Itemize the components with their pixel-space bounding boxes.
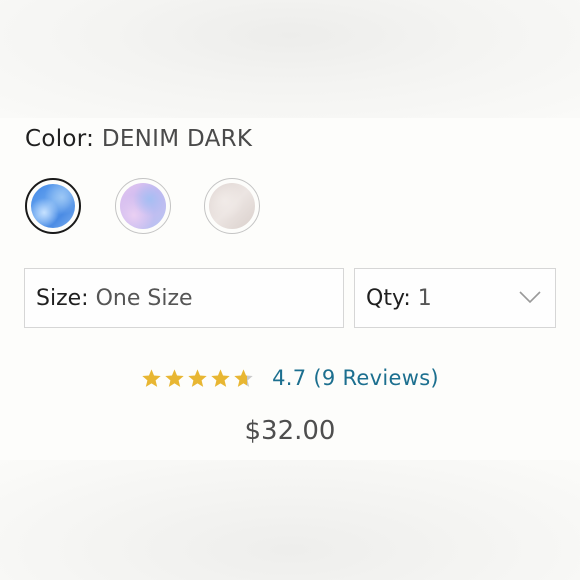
- swatch-denim-dark-fill: [31, 184, 75, 228]
- star-icon: [142, 368, 161, 387]
- size-value: One Size: [95, 285, 193, 311]
- quantity-value: 1: [417, 285, 432, 311]
- quantity-select[interactable]: Qty: 1: [354, 268, 556, 328]
- rating-row: 4.7 (9 Reviews): [0, 366, 580, 390]
- color-selection-label: Color: DENIM DARK: [25, 126, 252, 152]
- swatch-lavender-fill: [120, 183, 166, 229]
- star-icon: [188, 368, 207, 387]
- color-label: Color:: [25, 126, 95, 152]
- reviews-link[interactable]: 4.7 (9 Reviews): [272, 366, 439, 390]
- chevron-down-icon: [519, 291, 541, 304]
- star-rating: [141, 368, 256, 389]
- price: $32.00: [244, 416, 336, 446]
- star-icon: [211, 368, 230, 387]
- product-image-bottom: [0, 460, 580, 580]
- product-image-top: [0, 0, 580, 118]
- swatch-cream-fill: [209, 183, 255, 229]
- quantity-label: Qty:: [366, 285, 411, 311]
- swatch-cream[interactable]: [204, 178, 260, 234]
- size-select[interactable]: Size: One Size: [24, 268, 344, 328]
- swatch-lavender[interactable]: [115, 178, 171, 234]
- swatch-denim-dark[interactable]: [25, 178, 81, 234]
- color-value: DENIM DARK: [101, 126, 253, 152]
- star-icon: [234, 368, 253, 387]
- star-icon: [165, 368, 184, 387]
- size-label: Size:: [36, 285, 89, 311]
